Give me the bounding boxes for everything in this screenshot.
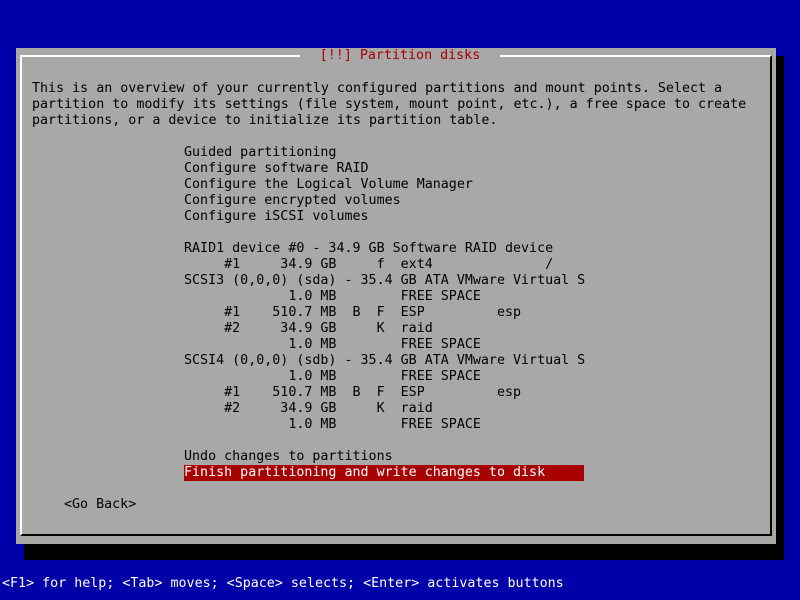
menu-item-configure-lvm[interactable]: Configure the Logical Volume Manager bbox=[184, 177, 584, 193]
menu-item-finish-partitioning[interactable]: Finish partitioning and write changes to… bbox=[184, 465, 584, 481]
dialog-title: [!!] Partition disks bbox=[300, 48, 500, 64]
disk-sdb-row[interactable]: SCSI4 (0,0,0) (sdb) - 35.4 GB ATA VMware… bbox=[184, 353, 585, 369]
sda-free-space-start-row[interactable]: 1.0 MB FREE SPACE bbox=[184, 289, 584, 305]
go-back-button[interactable]: <Go Back> bbox=[64, 497, 136, 513]
menu-item-undo-changes[interactable]: Undo changes to partitions bbox=[184, 449, 584, 465]
description-line-2: partition to modify its settings (file s… bbox=[32, 97, 747, 112]
sda-partition-1-row[interactable]: #1 510.7 MB B F ESP esp bbox=[184, 305, 584, 321]
menu-item-guided-partitioning[interactable]: Guided partitioning bbox=[184, 145, 584, 161]
sdb-free-space-start-row[interactable]: 1.0 MB FREE SPACE bbox=[184, 369, 584, 385]
menu-item-configure-software-raid[interactable]: Configure software RAID bbox=[184, 161, 584, 177]
sdb-free-space-end-row[interactable]: 1.0 MB FREE SPACE bbox=[184, 417, 584, 433]
help-footer: <F1> for help; <Tab> moves; <Space> sele… bbox=[2, 576, 564, 591]
sdb-partition-1-row[interactable]: #1 510.7 MB B F ESP esp bbox=[184, 385, 584, 401]
menu-item-configure-encrypted-volumes[interactable]: Configure encrypted volumes bbox=[184, 193, 584, 209]
description-line-1: This is an overview of your currently co… bbox=[32, 81, 723, 96]
sdb-partition-2-row[interactable]: #2 34.9 GB K raid bbox=[184, 401, 584, 417]
menu-item-configure-iscsi-volumes[interactable]: Configure iSCSI volumes bbox=[184, 209, 584, 225]
raid-device-row[interactable]: RAID1 device #0 - 34.9 GB Software RAID … bbox=[184, 241, 584, 257]
sda-partition-2-row[interactable]: #2 34.9 GB K raid bbox=[184, 321, 584, 337]
description-line-3: partitions, or a device to initialize it… bbox=[32, 113, 498, 128]
raid-partition-1-row[interactable]: #1 34.9 GB f ext4 / bbox=[184, 257, 584, 273]
sda-free-space-end-row[interactable]: 1.0 MB FREE SPACE bbox=[184, 337, 584, 353]
disk-sda-row[interactable]: SCSI3 (0,0,0) (sda) - 35.4 GB ATA VMware… bbox=[184, 273, 585, 289]
